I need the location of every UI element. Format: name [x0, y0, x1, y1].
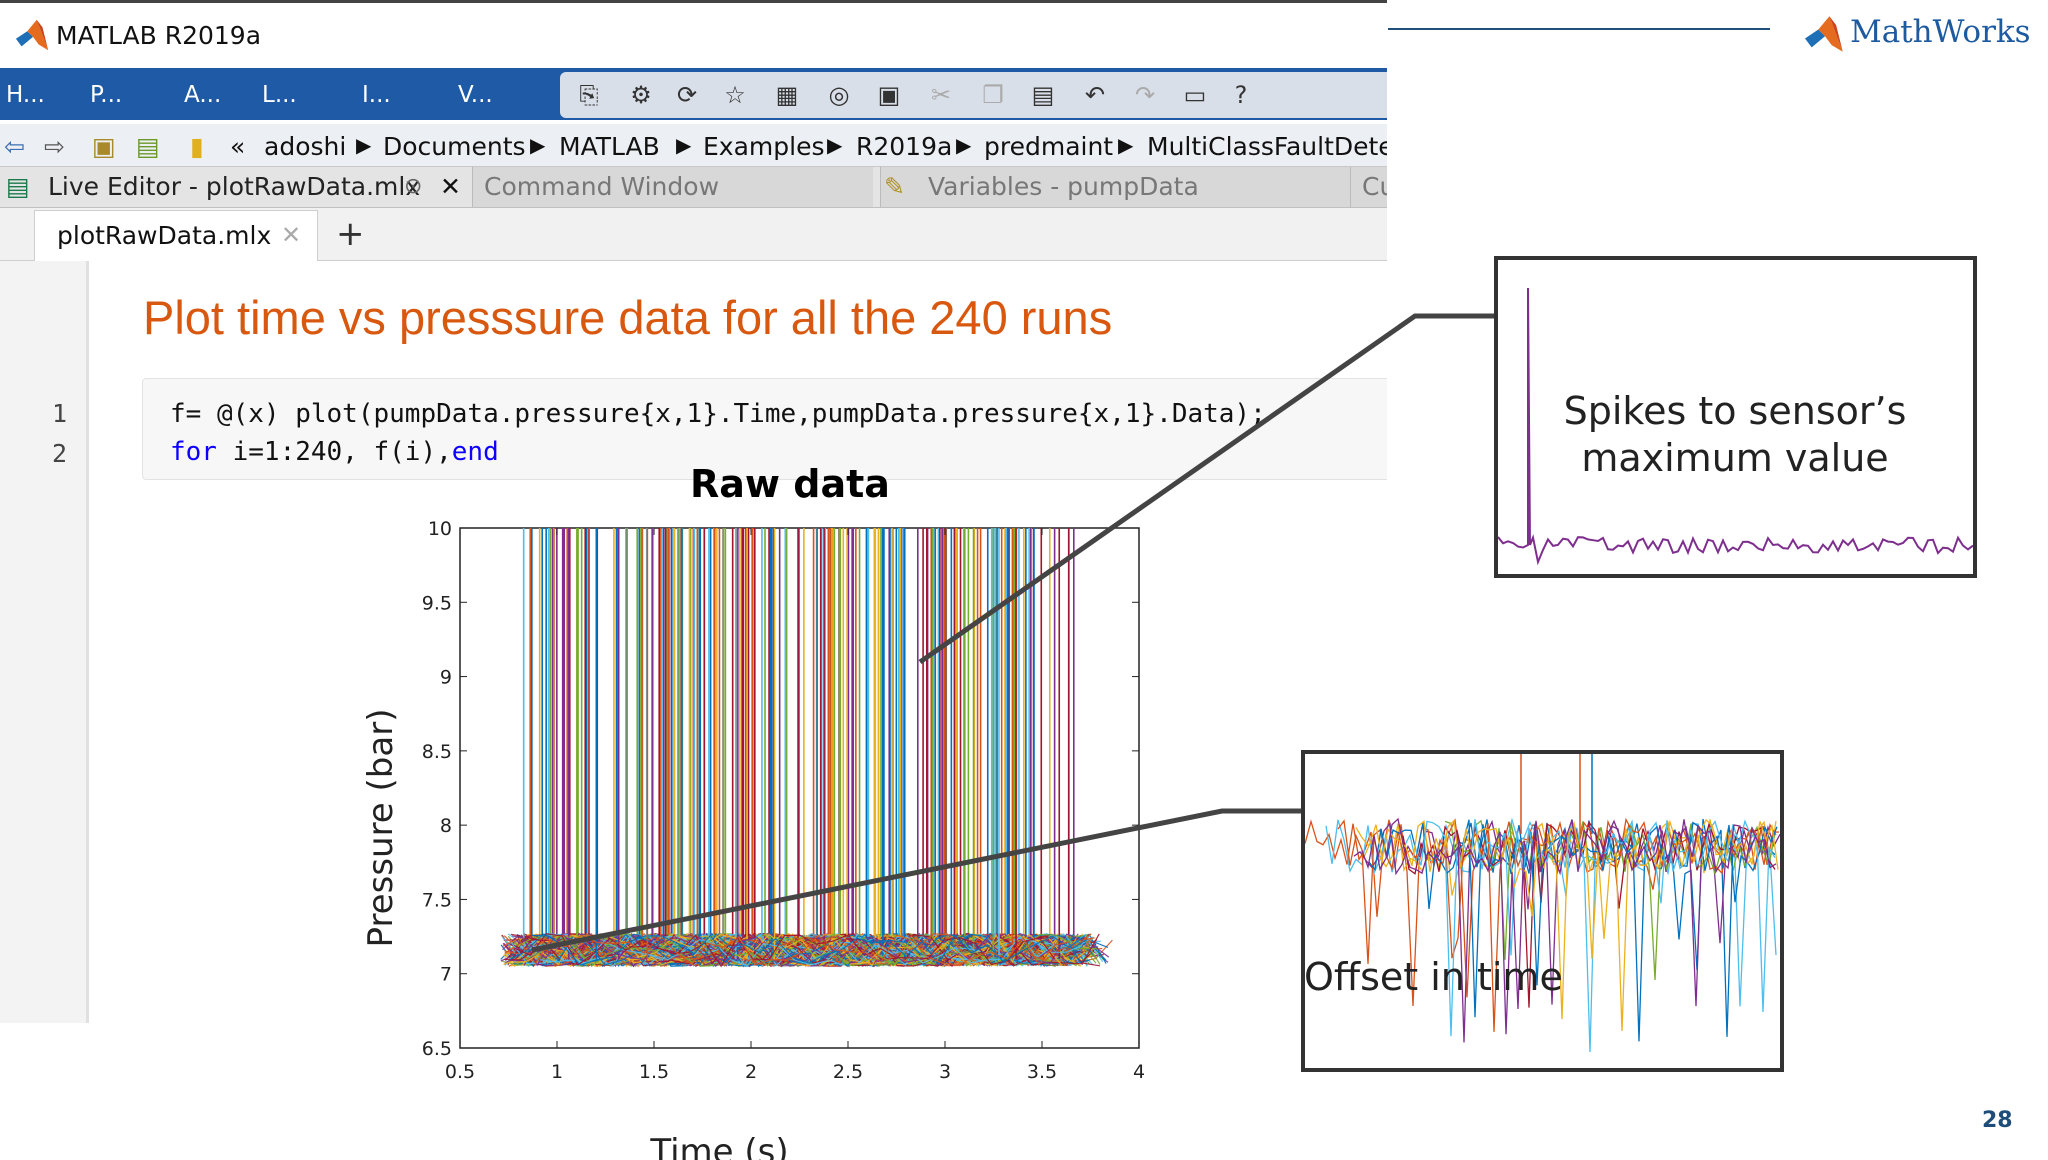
spikes-annotation: Spikes to sensor’s maximum value — [1563, 389, 1907, 480]
slide-number: 28 — [1982, 1108, 2013, 1133]
offset-zoom-plot — [1304, 754, 1781, 1053]
offset-callout — [1301, 750, 1784, 1072]
offset-annotation: Offset in time — [1304, 955, 1563, 999]
